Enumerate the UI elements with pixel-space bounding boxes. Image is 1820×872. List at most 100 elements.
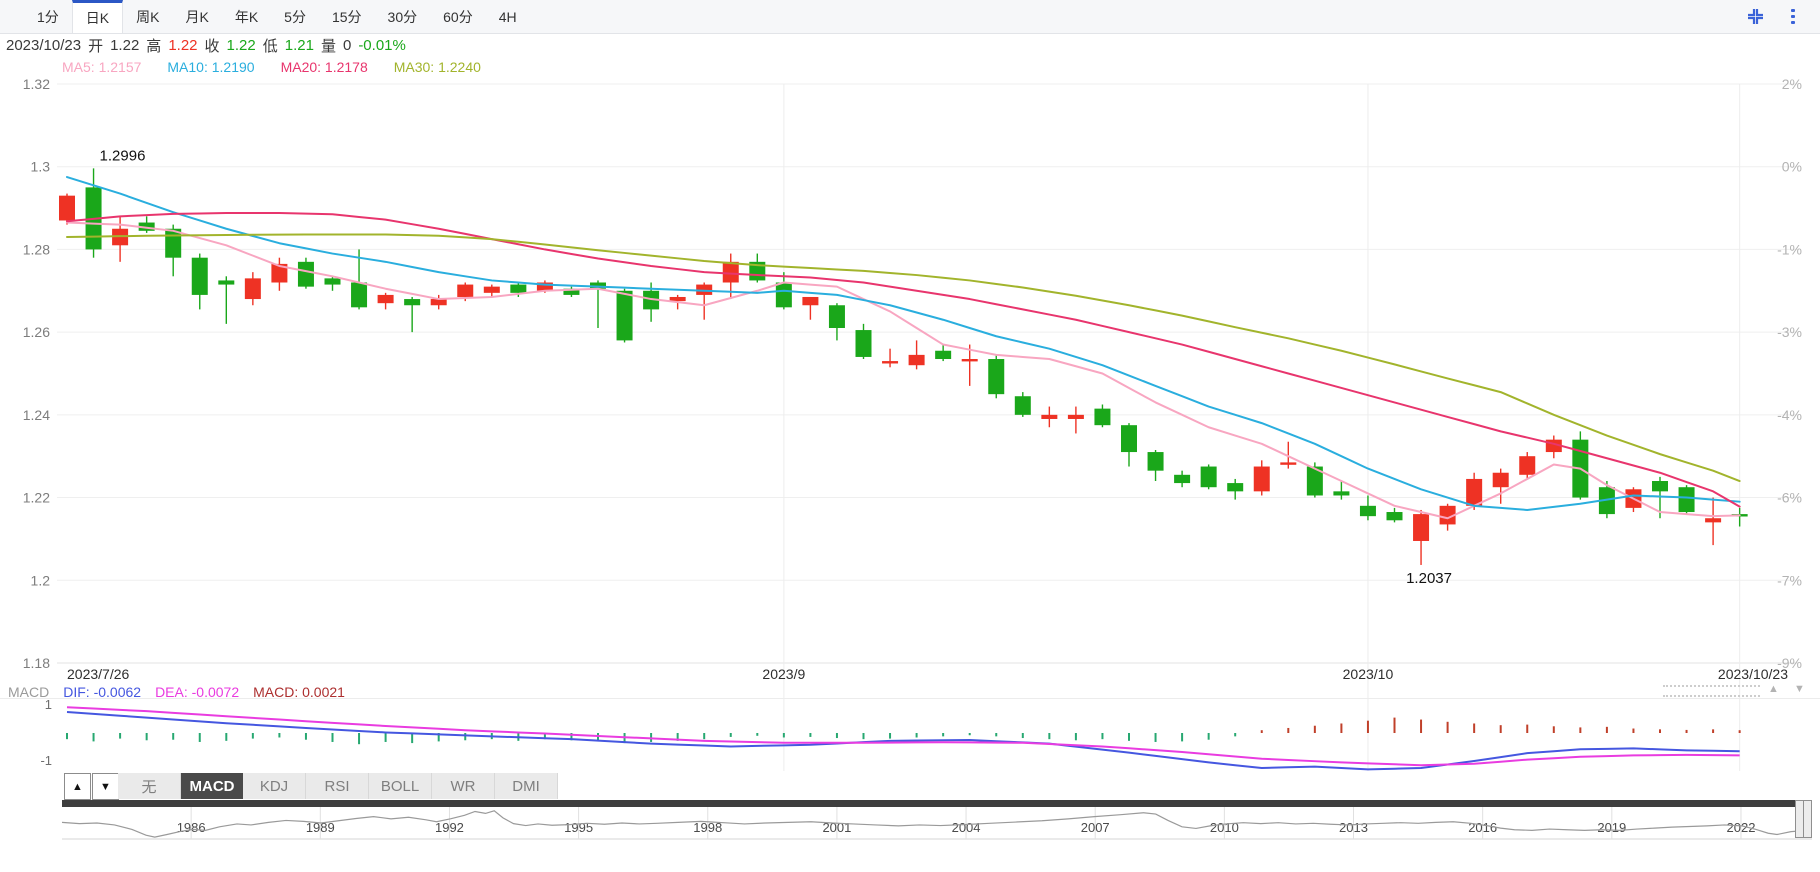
main-chart-canvas[interactable]: 1.32 2% 1.3 0% 1.28 -1% 1.26 -3% 1.24 -4% 1.22 -6% 1… bbox=[0, 0, 1820, 872]
macd-header-item: DEA: -0.0072 bbox=[155, 684, 240, 700]
candle-body bbox=[191, 257, 208, 295]
y-axis-label: 1.18 bbox=[23, 655, 50, 671]
navigator-year-label: 1992 bbox=[435, 820, 464, 835]
candle-body bbox=[324, 278, 341, 285]
candle-body bbox=[1147, 452, 1164, 471]
indicator-tab-BOLL[interactable]: BOLL bbox=[369, 773, 432, 799]
indicator-bar: ▲ ▼ 无 MACD KDJ RSI BOLL WR DMI bbox=[0, 772, 1820, 800]
candle-body bbox=[1253, 466, 1270, 492]
ma-line-ma5 bbox=[66, 221, 1741, 520]
price-annotation: 1.2996 bbox=[100, 147, 146, 164]
indicator-tab-MACD[interactable]: MACD bbox=[181, 773, 243, 799]
candle-body bbox=[510, 284, 527, 293]
scroll-up-icon[interactable]: ▲ bbox=[1768, 683, 1779, 695]
ma-line-ma30 bbox=[66, 233, 1741, 483]
y2-axis-label: -6% bbox=[1777, 490, 1802, 506]
y-axis-label: 1.3 bbox=[31, 159, 51, 175]
candle-body bbox=[1705, 518, 1722, 523]
ma-line-ma10 bbox=[66, 176, 1741, 511]
navigator-year-label: 2019 bbox=[1597, 820, 1626, 835]
x-axis-date-label: 2023/7/26 bbox=[67, 666, 129, 682]
y-axis-label: 1.28 bbox=[23, 241, 50, 257]
macd-dif-line bbox=[66, 711, 1740, 771]
y2-axis-label: 2% bbox=[1782, 76, 1802, 92]
navigator-year-label: 2016 bbox=[1468, 820, 1497, 835]
candle-body bbox=[1041, 414, 1058, 419]
y2-axis-label: -3% bbox=[1777, 324, 1802, 340]
candle-body bbox=[1280, 462, 1297, 465]
candle-body bbox=[1200, 466, 1217, 488]
candle-body bbox=[1466, 478, 1483, 506]
candle-body bbox=[908, 354, 925, 366]
indicator-tab-KDJ[interactable]: KDJ bbox=[243, 773, 306, 799]
indicator-tab-list: 无 MACD KDJ RSI BOLL WR DMI bbox=[118, 773, 558, 799]
y-axis-label: 1.24 bbox=[23, 407, 50, 423]
y-axis-label: 1.2 bbox=[31, 572, 51, 588]
candle-body bbox=[1413, 514, 1430, 541]
candle-body bbox=[722, 261, 739, 283]
candle-body bbox=[988, 359, 1005, 395]
candle-body bbox=[244, 278, 261, 300]
navigator-year-label: 2010 bbox=[1210, 820, 1239, 835]
ma-line-ma20 bbox=[66, 212, 1741, 508]
indicator-tab-无[interactable]: 无 bbox=[118, 773, 181, 799]
candle-body bbox=[855, 330, 872, 357]
y-axis-label: 1.32 bbox=[23, 76, 50, 92]
candle-body bbox=[802, 296, 819, 306]
candle-body bbox=[1121, 425, 1137, 453]
navigator-resize-handle[interactable] bbox=[1795, 800, 1812, 838]
x-axis-date-label: 2023/10/23 bbox=[1718, 666, 1788, 682]
x-axis-date-label: 2023/9 bbox=[762, 666, 805, 682]
candle-body bbox=[1227, 483, 1244, 492]
x-axis-date-label: 2023/10 bbox=[1343, 666, 1394, 682]
y2-axis-label: -4% bbox=[1777, 407, 1802, 423]
navigator-year-label: 1986 bbox=[177, 820, 206, 835]
macd-scroll-strip[interactable] bbox=[1663, 685, 1760, 697]
navigator-year-label: 2022 bbox=[1727, 820, 1756, 835]
candle-body bbox=[1094, 408, 1111, 426]
candle-body bbox=[297, 261, 314, 287]
indicator-tab-DMI[interactable]: DMI bbox=[495, 773, 558, 799]
candle-body bbox=[457, 284, 474, 297]
candlestick-series bbox=[59, 168, 1748, 565]
candle-body bbox=[218, 280, 235, 285]
candle-body bbox=[1333, 491, 1350, 496]
candle-body bbox=[1014, 396, 1031, 415]
indicator-down-button[interactable]: ▼ bbox=[92, 773, 119, 800]
macd-axis-label: -1 bbox=[40, 753, 52, 768]
candle-body bbox=[404, 299, 421, 306]
candle-body bbox=[59, 195, 75, 221]
candle-body bbox=[1678, 487, 1695, 513]
y2-axis-label: -1% bbox=[1777, 241, 1802, 257]
indicator-tab-RSI[interactable]: RSI bbox=[306, 773, 369, 799]
navigator-year-label: 1995 bbox=[564, 820, 593, 835]
price-gridlines: 1.32 2% 1.3 0% 1.28 -1% 1.26 -3% 1.24 -4% 1.22 -6% 1… bbox=[23, 76, 1802, 771]
candle-body bbox=[483, 286, 500, 293]
candle-body bbox=[775, 282, 792, 308]
macd-header: MACD DIF: -0.0062 DEA: -0.0072 MACD: 0.0021 bbox=[8, 684, 359, 700]
candle-body bbox=[1174, 474, 1191, 484]
macd-header-item: MACD bbox=[8, 684, 50, 700]
candle-body bbox=[351, 282, 368, 308]
macd-dea-line bbox=[66, 706, 1740, 767]
navigator-scrollbar[interactable] bbox=[62, 800, 1795, 807]
y-axis-label: 1.22 bbox=[23, 490, 50, 506]
candle-body bbox=[377, 294, 394, 304]
candle-body bbox=[1359, 505, 1376, 517]
candle-body bbox=[1492, 472, 1509, 488]
candle-body bbox=[1067, 414, 1084, 419]
scroll-down-icon[interactable]: ▼ bbox=[1794, 683, 1805, 695]
indicator-up-button[interactable]: ▲ bbox=[64, 773, 91, 800]
navigator-year-label: 2013 bbox=[1339, 820, 1368, 835]
candle-body bbox=[828, 305, 845, 328]
candle-body bbox=[961, 359, 978, 362]
y-axis-label: 1.26 bbox=[23, 324, 50, 340]
indicator-tab-WR[interactable]: WR bbox=[432, 773, 495, 799]
candle-body bbox=[1519, 456, 1536, 475]
navigator-year-label: 2007 bbox=[1081, 820, 1110, 835]
macd-header-item: DIF: -0.0062 bbox=[63, 684, 142, 700]
candle-body bbox=[935, 350, 952, 360]
candle-body bbox=[616, 290, 633, 341]
y2-axis-label: 0% bbox=[1782, 159, 1802, 175]
macd-header-item: MACD: 0.0021 bbox=[253, 684, 345, 700]
